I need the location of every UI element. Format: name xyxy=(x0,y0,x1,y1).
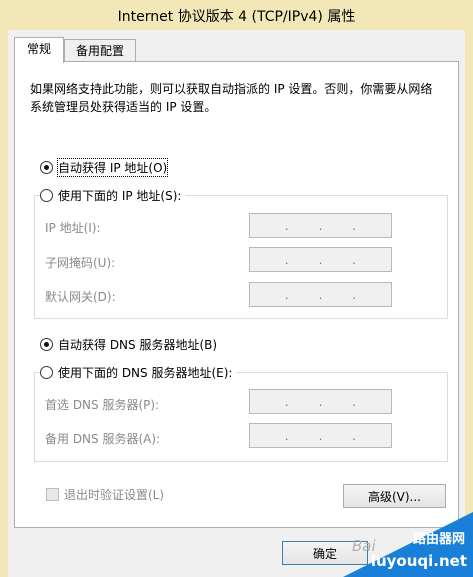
auto-ip-label: 自动获得 IP 地址(O) xyxy=(56,158,169,177)
site-watermark: 路由器网 luyouqi.net xyxy=(343,512,473,577)
manual-dns-label: 使用下面的 DNS 服务器地址(E): xyxy=(58,366,233,380)
watermark-brand: 路由器网 xyxy=(412,532,465,547)
auto-dns-label: 自动获得 DNS 服务器地址(B) xyxy=(58,338,218,352)
ip-address-label: IP 地址(I): xyxy=(45,221,101,235)
tab-alternate-config-label: 备用配置 xyxy=(75,44,124,58)
manual-dns-radio[interactable]: 使用下面的 DNS 服务器地址(E): xyxy=(40,364,237,381)
radio-indicator xyxy=(40,338,53,351)
radio-indicator xyxy=(40,189,53,202)
tab-alternate-config[interactable]: 备用配置 xyxy=(64,39,136,62)
default-gateway-field[interactable]: ... xyxy=(249,282,392,307)
radio-indicator xyxy=(40,366,53,379)
watermark-url: luyouqi.net xyxy=(370,552,467,570)
subnet-mask-field[interactable]: ... xyxy=(249,247,392,272)
radio-indicator xyxy=(40,161,53,174)
title-bar[interactable]: Internet 协议版本 4 (TCP/IPv4) 属性 xyxy=(0,0,473,30)
manual-ip-label: 使用下面的 IP 地址(S): xyxy=(58,189,182,203)
manual-ip-radio[interactable]: 使用下面的 IP 地址(S): xyxy=(40,187,186,204)
auto-dns-radio[interactable]: 自动获得 DNS 服务器地址(B) xyxy=(40,336,217,353)
checkbox-indicator xyxy=(46,488,59,501)
preferred-dns-field[interactable]: ... xyxy=(249,389,392,414)
window-frame-left xyxy=(0,30,8,577)
alternate-dns-label: 备用 DNS 服务器(A): xyxy=(45,432,161,446)
dns-group-box xyxy=(34,372,448,462)
validate-settings-checkbox[interactable]: 退出时验证设置(L) xyxy=(46,486,164,503)
advanced-button[interactable]: 高级(V)... xyxy=(343,484,446,508)
description-text: 如果网络支持此功能，则可以获取自动指派的 IP 设置。否则，你需要从网络系统管理… xyxy=(30,82,433,114)
ip-address-field[interactable]: ... xyxy=(249,213,392,238)
validate-settings-label: 退出时验证设置(L) xyxy=(64,488,165,502)
tab-general-label: 常规 xyxy=(26,42,51,56)
default-gateway-label: 默认网关(D): xyxy=(45,290,116,304)
auto-ip-radio[interactable]: 自动获得 IP 地址(O) xyxy=(40,158,169,177)
tab-general[interactable]: 常规 xyxy=(14,37,64,63)
alternate-dns-field[interactable]: ... xyxy=(249,423,392,448)
window-title: Internet 协议版本 4 (TCP/IPv4) 属性 xyxy=(117,9,356,25)
window-frame-right xyxy=(465,30,473,577)
preferred-dns-label: 首选 DNS 服务器(P): xyxy=(45,398,160,412)
subnet-mask-label: 子网掩码(U): xyxy=(45,256,116,270)
